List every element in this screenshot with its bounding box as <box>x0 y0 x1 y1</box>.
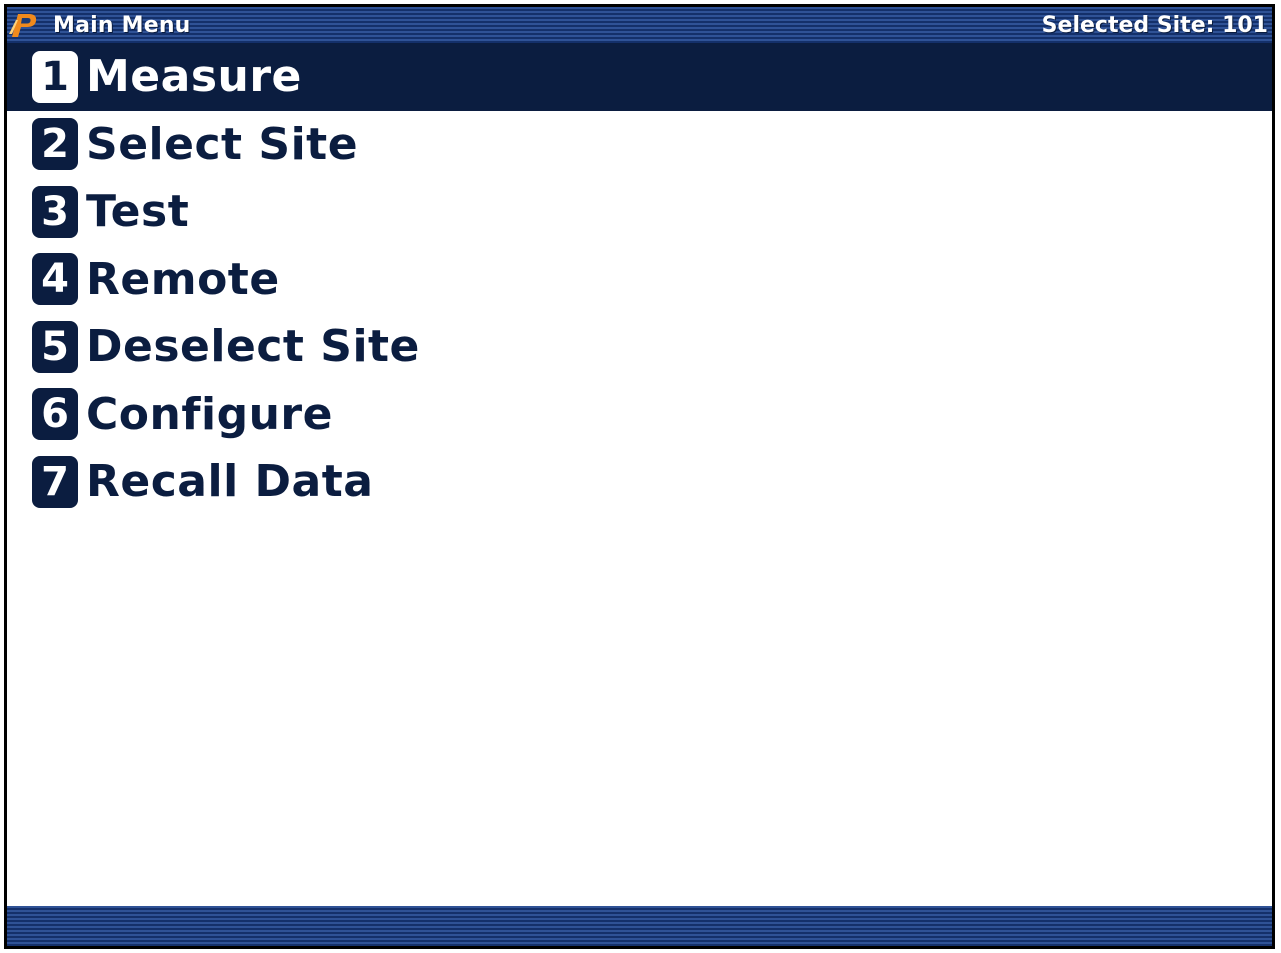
menu-item-test[interactable]: 3 Test <box>7 178 1272 246</box>
main-menu: 1 Measure 2 Select Site 3 Test 4 Remote … <box>7 43 1272 516</box>
menu-item-label: Remote <box>86 253 280 305</box>
title-group: Main Menu <box>9 11 191 39</box>
menu-number-badge: 2 <box>32 118 78 171</box>
menu-number-badge: 4 <box>32 253 78 306</box>
device-screen: Main Menu Selected Site: 101 1 Measure 2… <box>4 4 1275 949</box>
menu-number-badge: 7 <box>32 455 78 508</box>
window-title: Main Menu <box>53 12 191 38</box>
menu-number-badge: 1 <box>32 50 78 103</box>
menu-item-label: Configure <box>86 388 333 440</box>
menu-item-select-site[interactable]: 2 Select Site <box>7 111 1272 179</box>
menu-number-badge: 6 <box>32 388 78 441</box>
menu-item-remote[interactable]: 4 Remote <box>7 246 1272 314</box>
menu-item-label: Measure <box>86 51 302 103</box>
menu-item-measure[interactable]: 1 Measure <box>7 43 1272 111</box>
menu-item-configure[interactable]: 6 Configure <box>7 381 1272 449</box>
menu-item-recall-data[interactable]: 7 Recall Data <box>7 448 1272 516</box>
menu-number-badge: 5 <box>32 320 78 373</box>
menu-item-deselect-site[interactable]: 5 Deselect Site <box>7 313 1272 381</box>
menu-item-label: Deselect Site <box>86 321 420 373</box>
selected-site-status: Selected Site: 101 <box>1041 12 1268 38</box>
menu-number-badge: 3 <box>32 185 78 238</box>
title-bar: Main Menu Selected Site: 101 <box>7 7 1272 43</box>
menu-item-label: Recall Data <box>86 456 374 508</box>
menu-item-label: Test <box>86 186 190 238</box>
menu-item-label: Select Site <box>86 118 359 170</box>
footer-bar <box>7 906 1272 946</box>
p-logo-icon <box>9 14 37 37</box>
